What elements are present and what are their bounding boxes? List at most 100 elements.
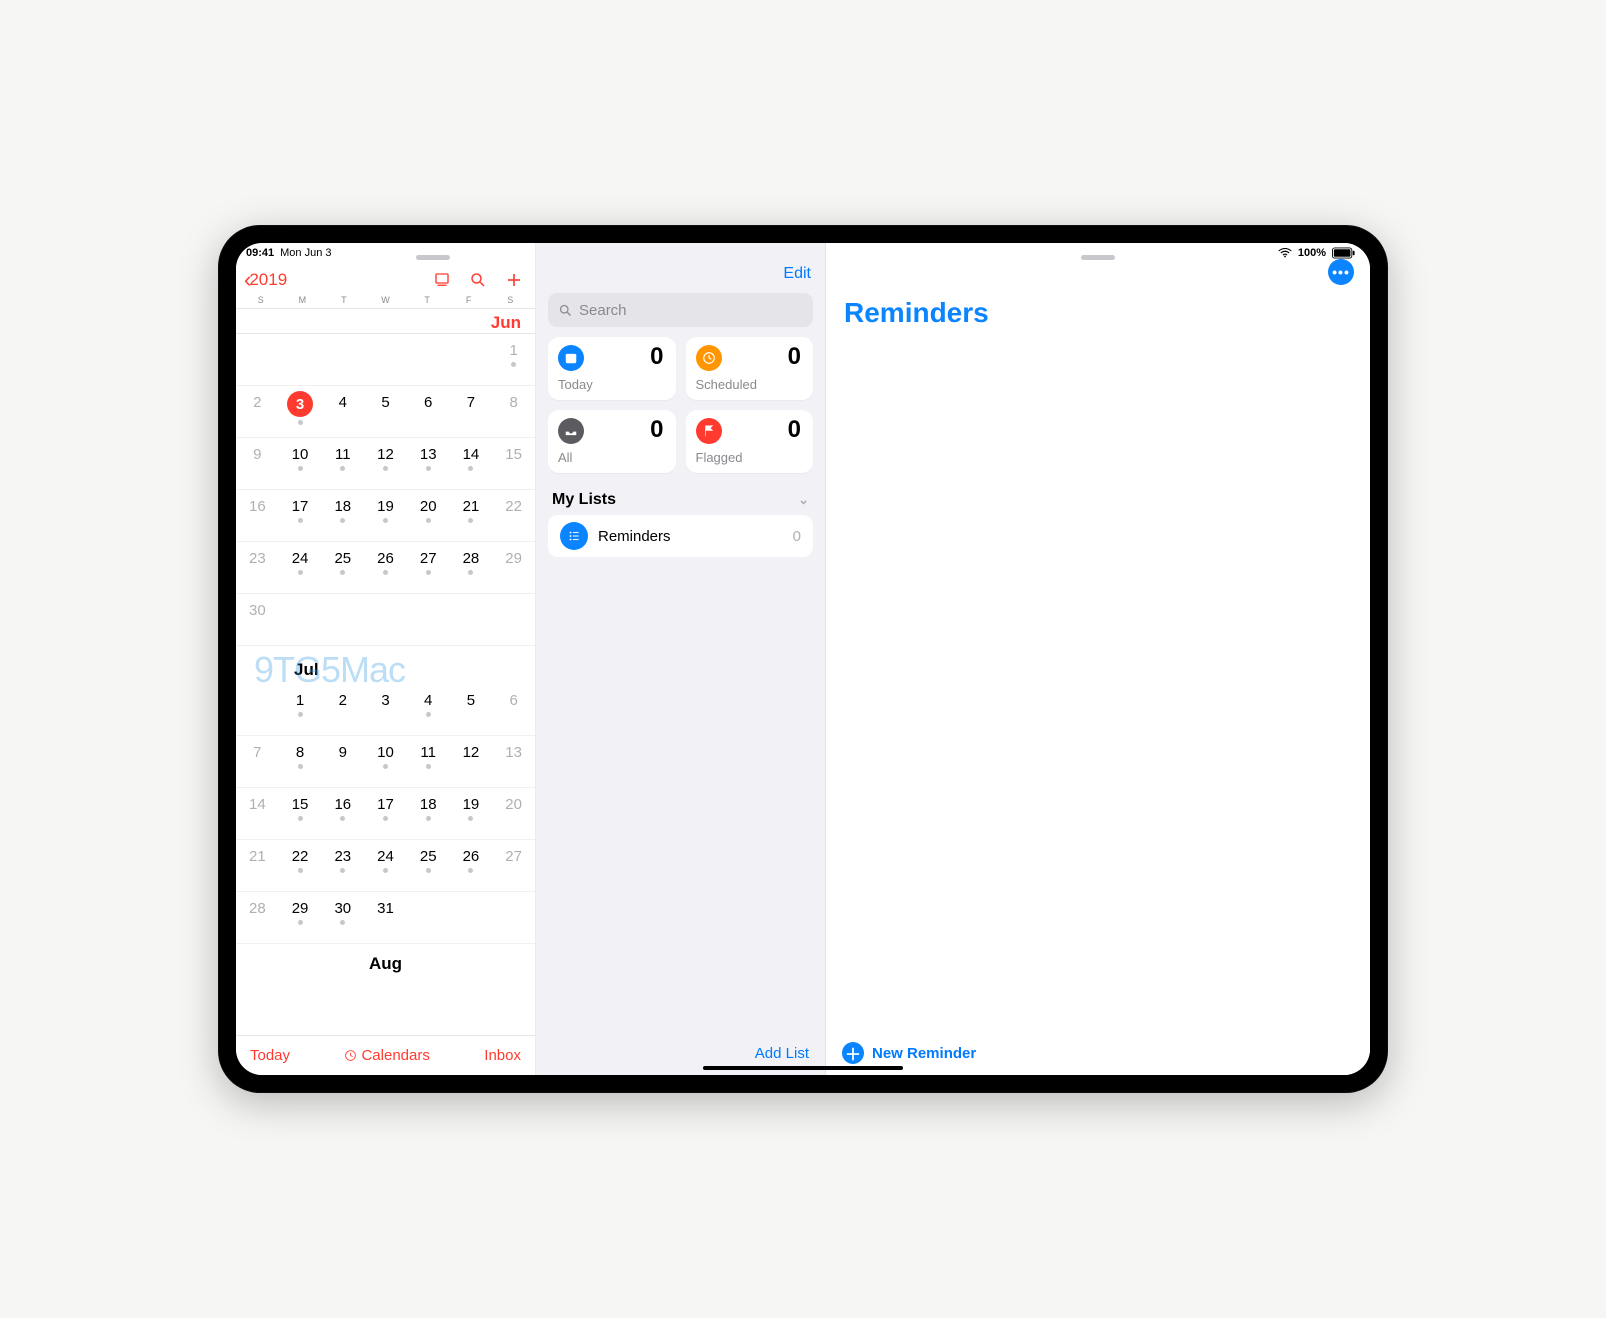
day-cell[interactable]: 8 [492,386,535,438]
day-cell[interactable]: 24 [364,840,407,892]
event-dot-icon [340,466,345,471]
day-cell[interactable]: 19 [450,788,493,840]
day-cell[interactable]: 3 [364,684,407,736]
day-cell[interactable]: 3 [279,386,322,438]
day-cell[interactable]: 15 [279,788,322,840]
calendars-button[interactable]: Calendars [344,1047,429,1064]
inbox-button[interactable]: Inbox [484,1047,521,1064]
day-cell[interactable]: 9 [321,736,364,788]
day-cell[interactable]: 1 [492,334,535,386]
battery-percent: 100% [1298,247,1326,259]
day-number: 3 [287,391,313,417]
day-cell[interactable]: 17 [364,788,407,840]
day-number: 12 [377,446,394,463]
card-flagged[interactable]: 0 Flagged [686,410,814,473]
day-cell[interactable]: 6 [407,386,450,438]
day-cell[interactable]: 26 [450,840,493,892]
day-cell[interactable]: 22 [279,840,322,892]
day-cell[interactable]: 17 [279,490,322,542]
day-cell[interactable]: 14 [450,438,493,490]
day-cell[interactable]: 23 [236,542,279,594]
calendar-pane: 09:41 Mon Jun 3 ‹ 2019 [236,243,536,1075]
day-cell[interactable]: 21 [450,490,493,542]
day-cell[interactable]: 13 [407,438,450,490]
day-cell[interactable]: 14 [236,788,279,840]
day-cell[interactable]: 18 [407,788,450,840]
new-reminder-button[interactable]: ＋ New Reminder [826,1031,1370,1075]
day-cell[interactable]: 20 [492,788,535,840]
day-cell[interactable]: 28 [450,542,493,594]
day-number: 19 [377,498,394,515]
card-scheduled[interactable]: 0 Scheduled [686,337,814,400]
event-dot-icon [468,816,473,821]
day-cell[interactable]: 18 [321,490,364,542]
multitask-grabber[interactable] [416,255,450,260]
day-cell[interactable]: 31 [364,892,407,944]
card-all[interactable]: 0 All [548,410,676,473]
home-indicator[interactable] [703,1066,903,1070]
day-cell[interactable]: 5 [364,386,407,438]
day-cell[interactable]: 10 [279,438,322,490]
day-cell[interactable]: 22 [492,490,535,542]
search-button[interactable] [469,271,487,289]
search-input[interactable]: Search [548,293,813,327]
day-cell[interactable]: 27 [407,542,450,594]
day-cell[interactable]: 21 [236,840,279,892]
day-cell[interactable]: 29 [279,892,322,944]
day-cell[interactable]: 16 [236,490,279,542]
reminders-wrap: Edit Search 0 Today [536,243,1370,1075]
day-cell[interactable]: 11 [321,438,364,490]
event-dot-icon [298,518,303,523]
day-cell[interactable]: 8 [279,736,322,788]
day-cell[interactable]: 25 [321,542,364,594]
day-cell[interactable]: 10 [364,736,407,788]
day-cell [364,594,407,646]
day-cell[interactable]: 27 [492,840,535,892]
day-cell[interactable]: 2 [321,684,364,736]
edit-button[interactable]: Edit [783,265,811,283]
day-cell[interactable]: 4 [407,684,450,736]
day-number: 29 [505,550,522,567]
list-row-reminders[interactable]: Reminders 0 [548,515,813,557]
multitask-grabber[interactable] [1081,255,1115,260]
day-cell[interactable]: 5 [450,684,493,736]
day-cell[interactable]: 12 [450,736,493,788]
day-number: 25 [334,550,351,567]
day-cell[interactable]: 19 [364,490,407,542]
day-cell[interactable]: 30 [236,594,279,646]
day-cell[interactable]: 28 [236,892,279,944]
day-cell[interactable]: 25 [407,840,450,892]
day-cell[interactable]: 24 [279,542,322,594]
calendar-scroll[interactable]: Jun 123456789101112131415161718192021222… [236,309,535,1035]
event-dot-icon [383,764,388,769]
day-cell[interactable]: 9 [236,438,279,490]
back-year-button[interactable]: ‹ 2019 [244,269,287,291]
day-number: 8 [296,744,304,761]
day-cell[interactable]: 20 [407,490,450,542]
card-label: All [558,450,664,465]
day-cell[interactable]: 29 [492,542,535,594]
day-cell[interactable]: 15 [492,438,535,490]
day-cell[interactable]: 26 [364,542,407,594]
day-cell[interactable]: 2 [236,386,279,438]
day-cell[interactable]: 23 [321,840,364,892]
day-cell[interactable]: 12 [364,438,407,490]
day-cell[interactable]: 30 [321,892,364,944]
day-cell[interactable]: 7 [450,386,493,438]
day-cell[interactable]: 13 [492,736,535,788]
day-cell[interactable]: 6 [492,684,535,736]
day-number: 23 [249,550,266,567]
view-toggle-button[interactable] [433,271,451,289]
add-event-button[interactable] [505,271,523,289]
day-cell[interactable]: 4 [321,386,364,438]
my-lists-header[interactable]: My Lists ⌄ [536,477,825,515]
day-cell[interactable]: 7 [236,736,279,788]
today-button[interactable]: Today [250,1047,290,1064]
day-cell[interactable]: 1 [279,684,322,736]
more-button[interactable]: ••• [1328,259,1354,285]
day-cell[interactable]: 11 [407,736,450,788]
day-number: 9 [339,744,347,761]
search-placeholder: Search [579,302,627,319]
card-today[interactable]: 0 Today [548,337,676,400]
day-cell[interactable]: 16 [321,788,364,840]
